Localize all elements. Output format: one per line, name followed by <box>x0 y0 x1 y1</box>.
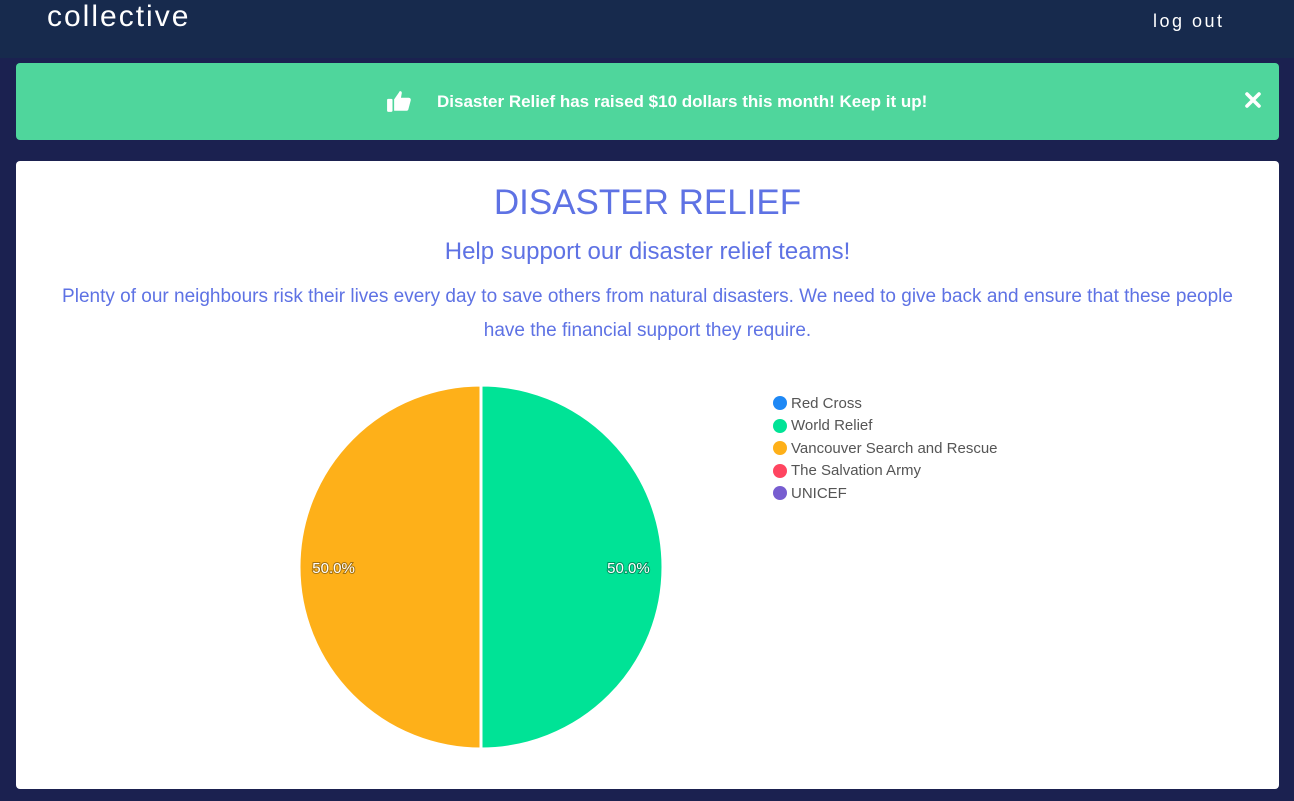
campaign-card: DISASTER RELIEF Help support our disaste… <box>16 161 1279 789</box>
legend-item[interactable]: Vancouver Search and Rescue <box>773 437 998 460</box>
top-navbar: collective log out <box>0 0 1294 58</box>
legend-marker <box>773 418 787 433</box>
legend-item[interactable]: UNICEF <box>773 482 998 505</box>
legend-item[interactable]: The Salvation Army <box>773 460 998 483</box>
legend-label: Vancouver Search and Rescue <box>791 439 998 457</box>
brand-logo[interactable]: collective <box>47 0 190 34</box>
alert-message: Disaster Relief has raised $10 dollars t… <box>437 92 928 111</box>
success-alert: Disaster Relief has raised $10 dollars t… <box>16 63 1279 140</box>
pie-data-label: 50.0% <box>312 560 355 577</box>
legend-item[interactable]: World Relief <box>773 415 998 438</box>
legend-item[interactable]: Red Cross <box>773 392 998 415</box>
legend-marker <box>773 441 787 456</box>
legend-marker <box>773 396 787 411</box>
legend-label: UNICEF <box>791 484 847 502</box>
logout-link[interactable]: log out <box>1153 11 1225 32</box>
donation-pie-chart: 50.0% 50.0% <box>297 383 665 751</box>
thumbs-up-icon <box>387 91 411 112</box>
legend-marker <box>773 463 787 478</box>
legend-label: World Relief <box>791 417 873 435</box>
close-icon[interactable] <box>1240 87 1266 113</box>
legend-label: Red Cross <box>791 394 862 412</box>
legend-marker <box>773 486 787 501</box>
pie-data-label: 50.0% <box>607 560 650 577</box>
chart-legend: Red Cross World Relief Vancouver Search an… <box>773 392 998 505</box>
legend-label: The Salvation Army <box>791 462 922 480</box>
